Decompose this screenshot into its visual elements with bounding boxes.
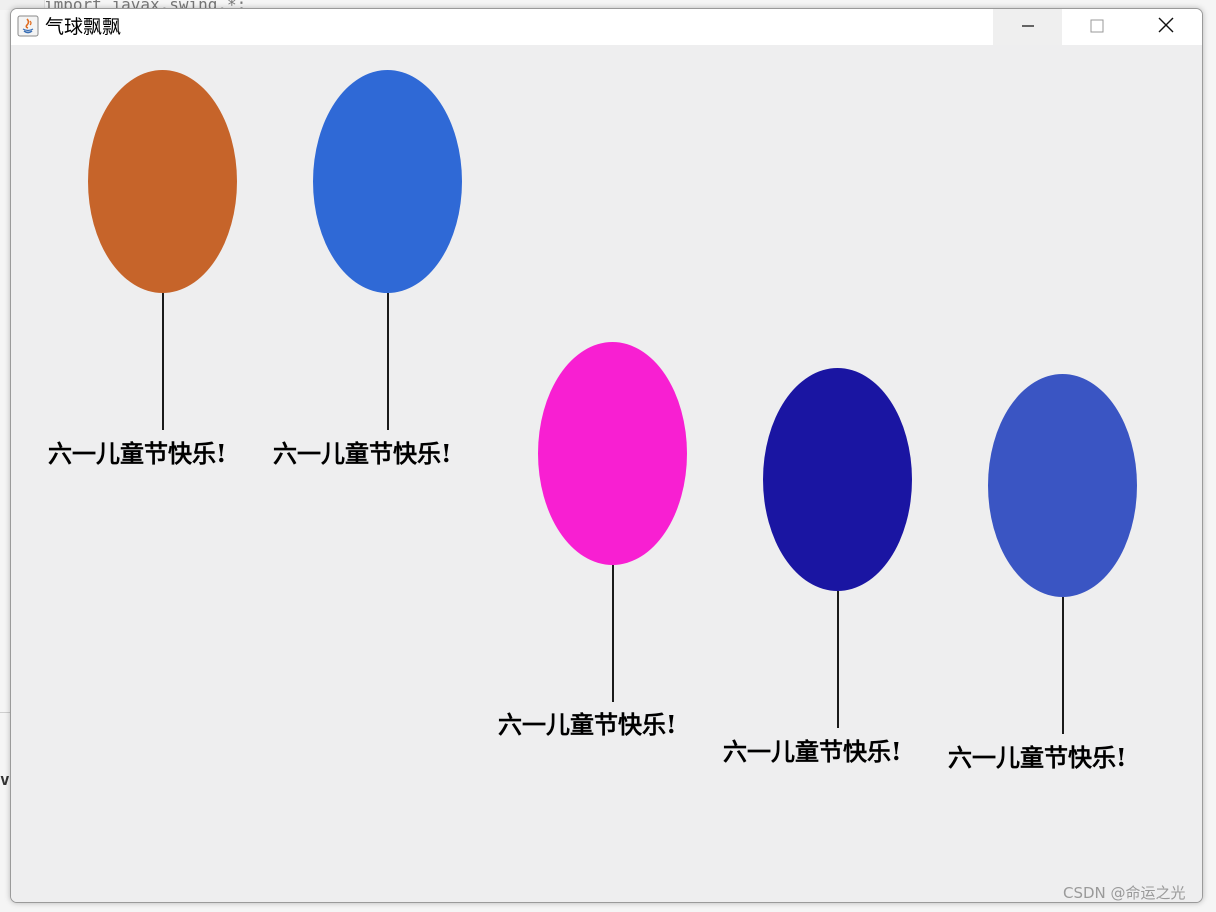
balloon-canvas: 六一儿童节快乐! 六一儿童节快乐! 六一儿童节快乐! 六一儿童节快乐! 六一儿童… xyxy=(11,45,1202,902)
balloon-2 xyxy=(313,70,462,293)
maximize-button[interactable] xyxy=(1062,9,1131,45)
balloon-1-string xyxy=(162,293,164,430)
balloon-1 xyxy=(88,70,237,293)
balloon-5-string xyxy=(1062,597,1064,734)
minimize-icon xyxy=(1021,18,1035,37)
minimize-button[interactable] xyxy=(993,9,1062,45)
balloon-1-greeting: 六一儿童节快乐! xyxy=(48,439,227,468)
balloon-2-string xyxy=(387,293,389,430)
ide-side-letter: v xyxy=(0,770,10,789)
maximize-icon xyxy=(1090,18,1104,37)
balloon-3 xyxy=(538,342,687,565)
balloon-4 xyxy=(763,368,912,591)
watermark: CSDN @命运之光 xyxy=(1063,884,1186,902)
balloon-3-greeting: 六一儿童节快乐! xyxy=(498,710,677,739)
balloon-5 xyxy=(988,374,1137,597)
title-bar[interactable]: 气球飘飘 xyxy=(11,9,1202,45)
java-app-icon xyxy=(17,15,39,37)
balloon-3-string xyxy=(612,565,614,702)
balloon-4-greeting: 六一儿童节快乐! xyxy=(723,737,902,766)
window-title: 气球飘飘 xyxy=(45,16,122,38)
ide-divider xyxy=(0,712,10,713)
close-icon xyxy=(1158,17,1174,37)
balloon-5-greeting: 六一儿童节快乐! xyxy=(948,743,1127,772)
close-button[interactable] xyxy=(1131,9,1200,45)
app-window: 气球飘飘 六一儿童节快乐! 六一儿童节快乐! 六一儿童节快乐! 六一儿童节快乐!… xyxy=(10,8,1203,903)
balloon-2-greeting: 六一儿童节快乐! xyxy=(273,439,452,468)
balloon-4-string xyxy=(837,591,839,728)
